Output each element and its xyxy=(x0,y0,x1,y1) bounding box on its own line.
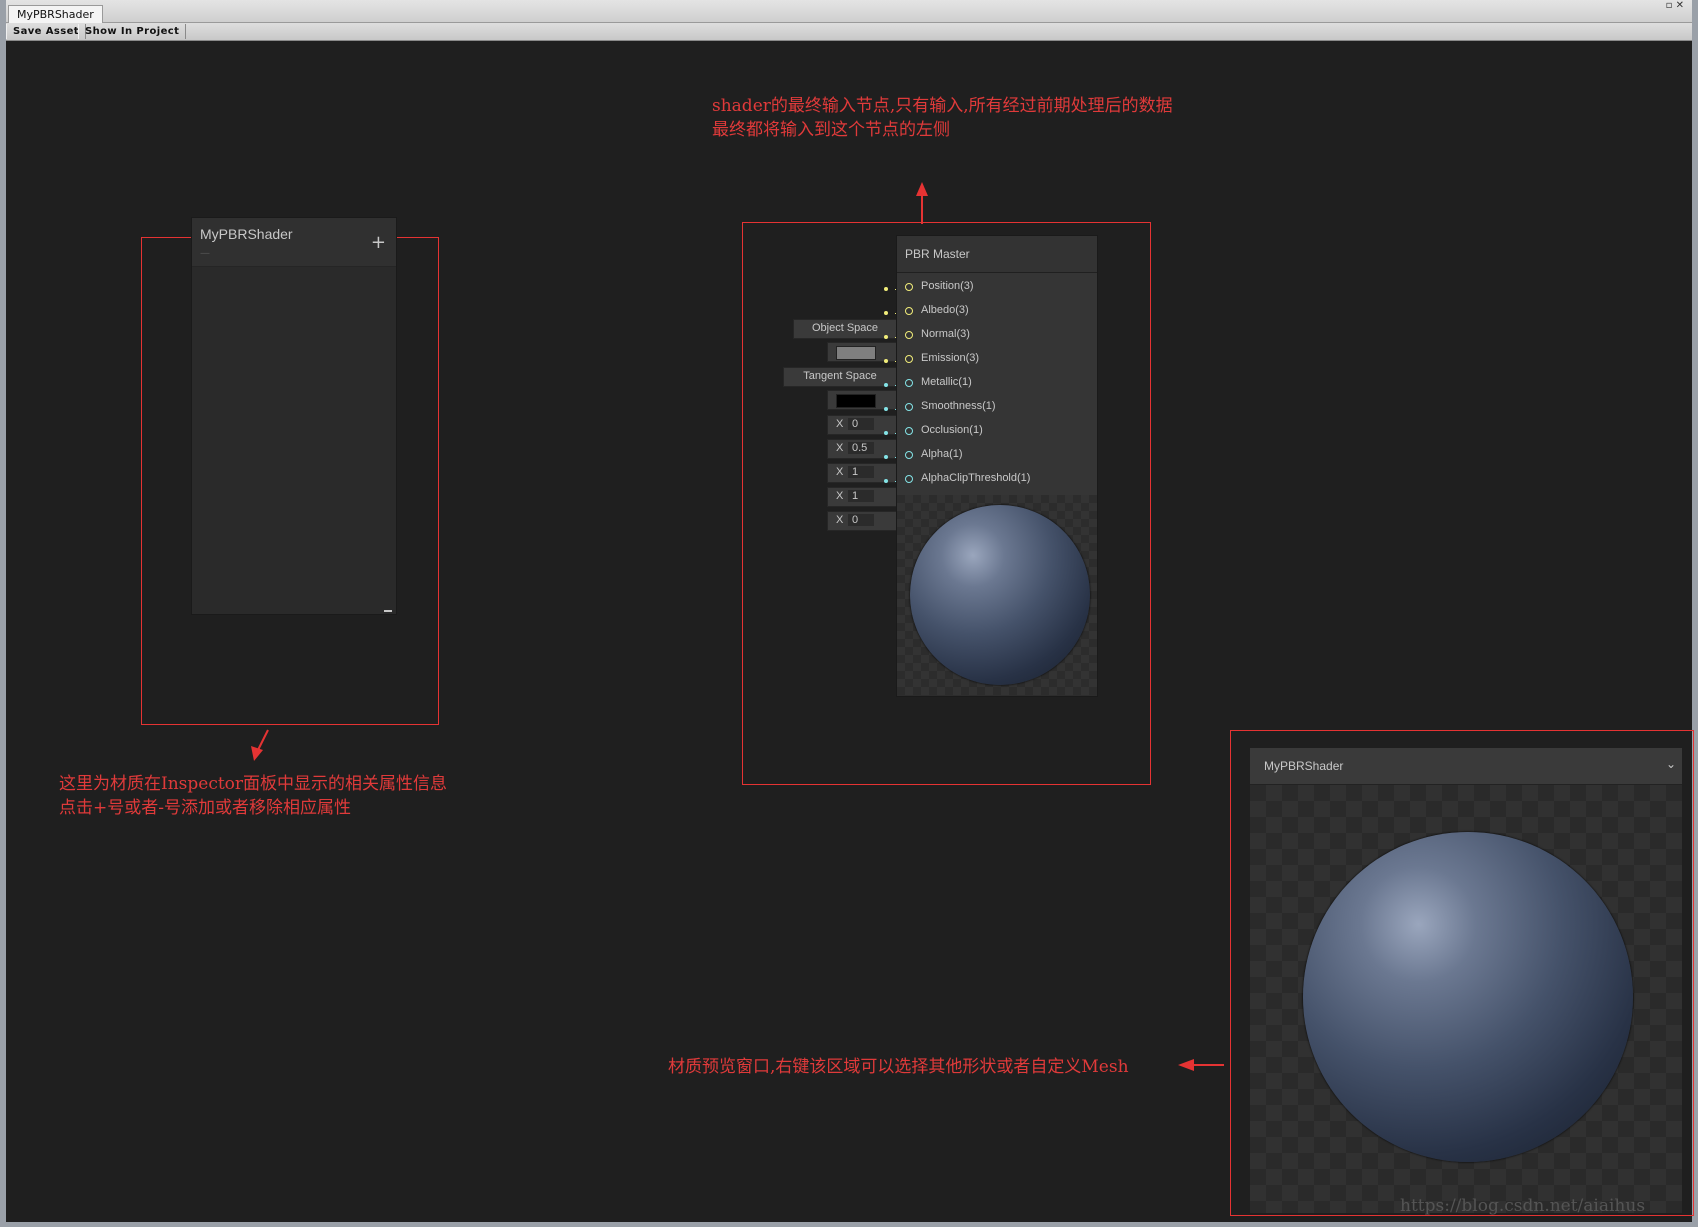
port-dot-icon[interactable] xyxy=(905,475,913,483)
port-label: Emission(3) xyxy=(921,352,980,364)
preview-sphere xyxy=(910,505,1090,685)
albedo-swatch xyxy=(836,346,876,360)
add-property-button[interactable]: + xyxy=(371,232,386,253)
arrow-down-icon xyxy=(251,729,269,761)
blackboard-subtitle: — xyxy=(200,248,210,259)
node-header[interactable]: PBR Master xyxy=(897,236,1097,273)
normal-space-label: Tangent Space xyxy=(803,370,877,382)
port-dot-icon[interactable] xyxy=(905,451,913,459)
port-label: Normal(3) xyxy=(921,328,970,340)
occlusion-value: 1 xyxy=(852,466,859,478)
port-dot-icon[interactable] xyxy=(905,427,913,435)
show-in-project-button[interactable]: Show In Project xyxy=(78,24,187,39)
port-position[interactable]: Position(3) xyxy=(897,275,1097,299)
blackboard-panel[interactable]: MyPBRShader — + xyxy=(191,217,397,615)
resize-handle-icon[interactable] xyxy=(384,610,392,612)
port-label: Alpha(1) xyxy=(921,448,963,460)
main-preview-viewport[interactable] xyxy=(1250,785,1682,1213)
port-dot-icon[interactable] xyxy=(905,307,913,315)
toolbar: Save Asset Show In Project xyxy=(6,23,1692,41)
edge-dot xyxy=(884,431,888,435)
blackboard-annotation-line1: 这里为材质在Inspector面板中显示的相关属性信息 xyxy=(59,774,448,794)
window-tab[interactable]: MyPBRShader xyxy=(8,5,103,23)
port-smoothness[interactable]: Smoothness(1) xyxy=(897,395,1097,419)
master-node-annotation-line2: 最终都将输入到这个节点的左侧 xyxy=(712,120,950,140)
port-dot-icon[interactable] xyxy=(905,403,913,411)
edge-dot xyxy=(884,311,888,315)
preview-sphere xyxy=(1303,832,1633,1162)
port-alpha-clip-threshold[interactable]: AlphaClipThreshold(1) xyxy=(897,467,1097,491)
node-title: PBR Master xyxy=(905,247,970,261)
arrow-left-icon xyxy=(1178,1059,1224,1071)
save-asset-button[interactable]: Save Asset xyxy=(6,24,86,39)
blackboard-header: MyPBRShader — + xyxy=(192,218,396,267)
port-dot-icon[interactable] xyxy=(905,379,913,387)
port-label: Position(3) xyxy=(921,280,974,292)
edge-dot xyxy=(884,455,888,459)
axis-label: X xyxy=(836,442,844,454)
port-label: AlphaClipThreshold(1) xyxy=(921,472,1031,484)
alpha-value: 1 xyxy=(852,490,859,502)
watermark: https://blog.csdn.net/aiaihus xyxy=(1400,1196,1646,1216)
port-dot-icon[interactable] xyxy=(905,355,913,363)
alpha-input[interactable]: X1 xyxy=(827,487,897,507)
port-emission[interactable]: Emission(3) xyxy=(897,347,1097,371)
port-label: Smoothness(1) xyxy=(921,400,996,412)
edge-dot xyxy=(884,407,888,411)
master-node-annotation-line1: shader的最终输入节点,只有输入,所有经过前期处理后的数据 xyxy=(712,96,1173,116)
port-metallic[interactable]: Metallic(1) xyxy=(897,371,1097,395)
port-alpha[interactable]: Alpha(1) xyxy=(897,443,1097,467)
blackboard-title: MyPBRShader xyxy=(200,226,293,242)
edge-dot xyxy=(884,479,888,483)
port-occlusion[interactable]: Occlusion(1) xyxy=(897,419,1097,443)
position-space-label: Object Space xyxy=(811,322,879,334)
port-label: Metallic(1) xyxy=(921,376,972,388)
axis-label: X xyxy=(836,466,844,478)
port-dot-icon[interactable] xyxy=(905,283,913,291)
chevron-down-icon[interactable]: ⌄ xyxy=(1666,757,1676,771)
position-space-dropdown[interactable]: Object Space xyxy=(793,319,897,339)
normal-space-dropdown[interactable]: Tangent Space xyxy=(783,367,897,387)
metallic-value: 0 xyxy=(852,418,859,430)
axis-label: X xyxy=(836,514,844,526)
port-label: Albedo(3) xyxy=(921,304,969,316)
axis-label: X xyxy=(836,418,844,430)
title-bar: MyPBRShader ▫ ✕ xyxy=(6,0,1692,23)
port-albedo[interactable]: Albedo(3) xyxy=(897,299,1097,323)
arrow-up-icon xyxy=(916,182,928,224)
preview-annotation: 材质预览窗口,右键该区域可以选择其他形状或者自定义Mesh xyxy=(668,1057,1129,1077)
alpha-clip-input[interactable]: X0 xyxy=(827,511,897,531)
window-controls[interactable]: ▫ ✕ xyxy=(1666,1,1684,11)
pbr-master-node[interactable]: PBR Master Position(3) Albedo(3) Normal(… xyxy=(896,235,1098,697)
axis-label: X xyxy=(836,490,844,502)
smoothness-value: 0.5 xyxy=(852,442,868,454)
edge-dot xyxy=(884,383,888,387)
emission-swatch xyxy=(836,394,876,408)
edge-dot xyxy=(884,335,888,339)
blackboard-annotation-line2: 点击+号或者-号添加或者移除相应属性 xyxy=(59,798,351,818)
alpha-clip-value: 0 xyxy=(852,514,859,526)
port-label: Occlusion(1) xyxy=(921,424,983,436)
main-preview-title: MyPBRShader xyxy=(1264,759,1344,773)
main-preview-header[interactable]: MyPBRShader ⌄ xyxy=(1250,748,1682,785)
edge-dot xyxy=(884,287,888,291)
edge-dot xyxy=(884,359,888,363)
node-preview[interactable] xyxy=(897,495,1097,695)
main-preview-window[interactable]: MyPBRShader ⌄ xyxy=(1250,748,1682,1213)
port-normal[interactable]: Normal(3) xyxy=(897,323,1097,347)
node-ports: Position(3) Albedo(3) Normal(3) Emission… xyxy=(897,273,1097,495)
port-dot-icon[interactable] xyxy=(905,331,913,339)
